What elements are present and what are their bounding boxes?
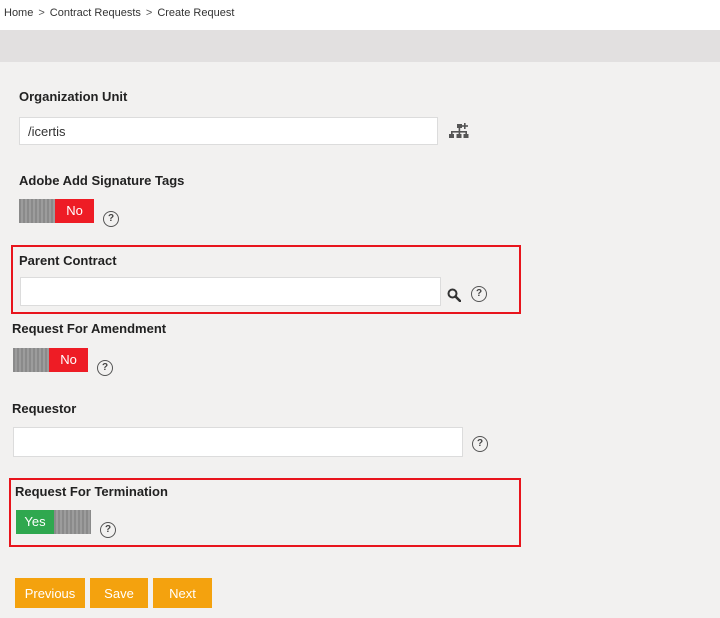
breadcrumb-create-request: Create Request bbox=[157, 7, 235, 19]
organization-unit-label: Organization Unit bbox=[19, 89, 128, 104]
requestor-input[interactable] bbox=[13, 427, 463, 457]
help-icon[interactable]: ? bbox=[471, 286, 487, 302]
request-for-amendment-label: Request For Amendment bbox=[12, 321, 167, 336]
breadcrumb-contract-requests[interactable]: Contract Requests bbox=[50, 7, 141, 19]
save-button[interactable]: Save bbox=[90, 578, 148, 608]
parent-contract-input[interactable] bbox=[20, 277, 441, 306]
toggle-state-no: No bbox=[49, 348, 88, 372]
adobe-signature-tags-toggle[interactable]: No bbox=[19, 199, 94, 223]
help-icon[interactable]: ? bbox=[103, 211, 119, 227]
request-for-amendment-toggle[interactable]: No bbox=[13, 348, 88, 372]
request-for-termination-toggle[interactable]: Yes bbox=[16, 510, 91, 534]
toggle-grip bbox=[54, 510, 91, 534]
adobe-signature-tags-label: Adobe Add Signature Tags bbox=[19, 173, 185, 188]
search-icon[interactable] bbox=[447, 288, 462, 307]
toggle-state-yes: Yes bbox=[16, 510, 54, 534]
parent-contract-label: Parent Contract bbox=[19, 253, 117, 268]
breadcrumb: Home > Contract Requests > Create Request bbox=[4, 7, 234, 19]
breadcrumb-separator: > bbox=[38, 7, 45, 19]
toggle-grip bbox=[19, 199, 55, 223]
page-header-bar bbox=[0, 30, 720, 62]
previous-button[interactable]: Previous bbox=[15, 578, 85, 608]
toggle-grip bbox=[13, 348, 49, 372]
toggle-state-no: No bbox=[55, 199, 94, 223]
next-button[interactable]: Next bbox=[153, 578, 212, 608]
request-for-termination-label: Request For Termination bbox=[15, 484, 168, 499]
breadcrumb-separator: > bbox=[145, 7, 153, 19]
help-icon[interactable]: ? bbox=[100, 522, 116, 538]
help-icon[interactable]: ? bbox=[472, 436, 488, 452]
requestor-label: Requestor bbox=[12, 401, 77, 416]
org-tree-icon[interactable] bbox=[448, 122, 470, 147]
organization-unit-input[interactable] bbox=[19, 117, 438, 145]
help-icon[interactable]: ? bbox=[97, 360, 113, 376]
breadcrumb-home[interactable]: Home bbox=[4, 7, 33, 19]
